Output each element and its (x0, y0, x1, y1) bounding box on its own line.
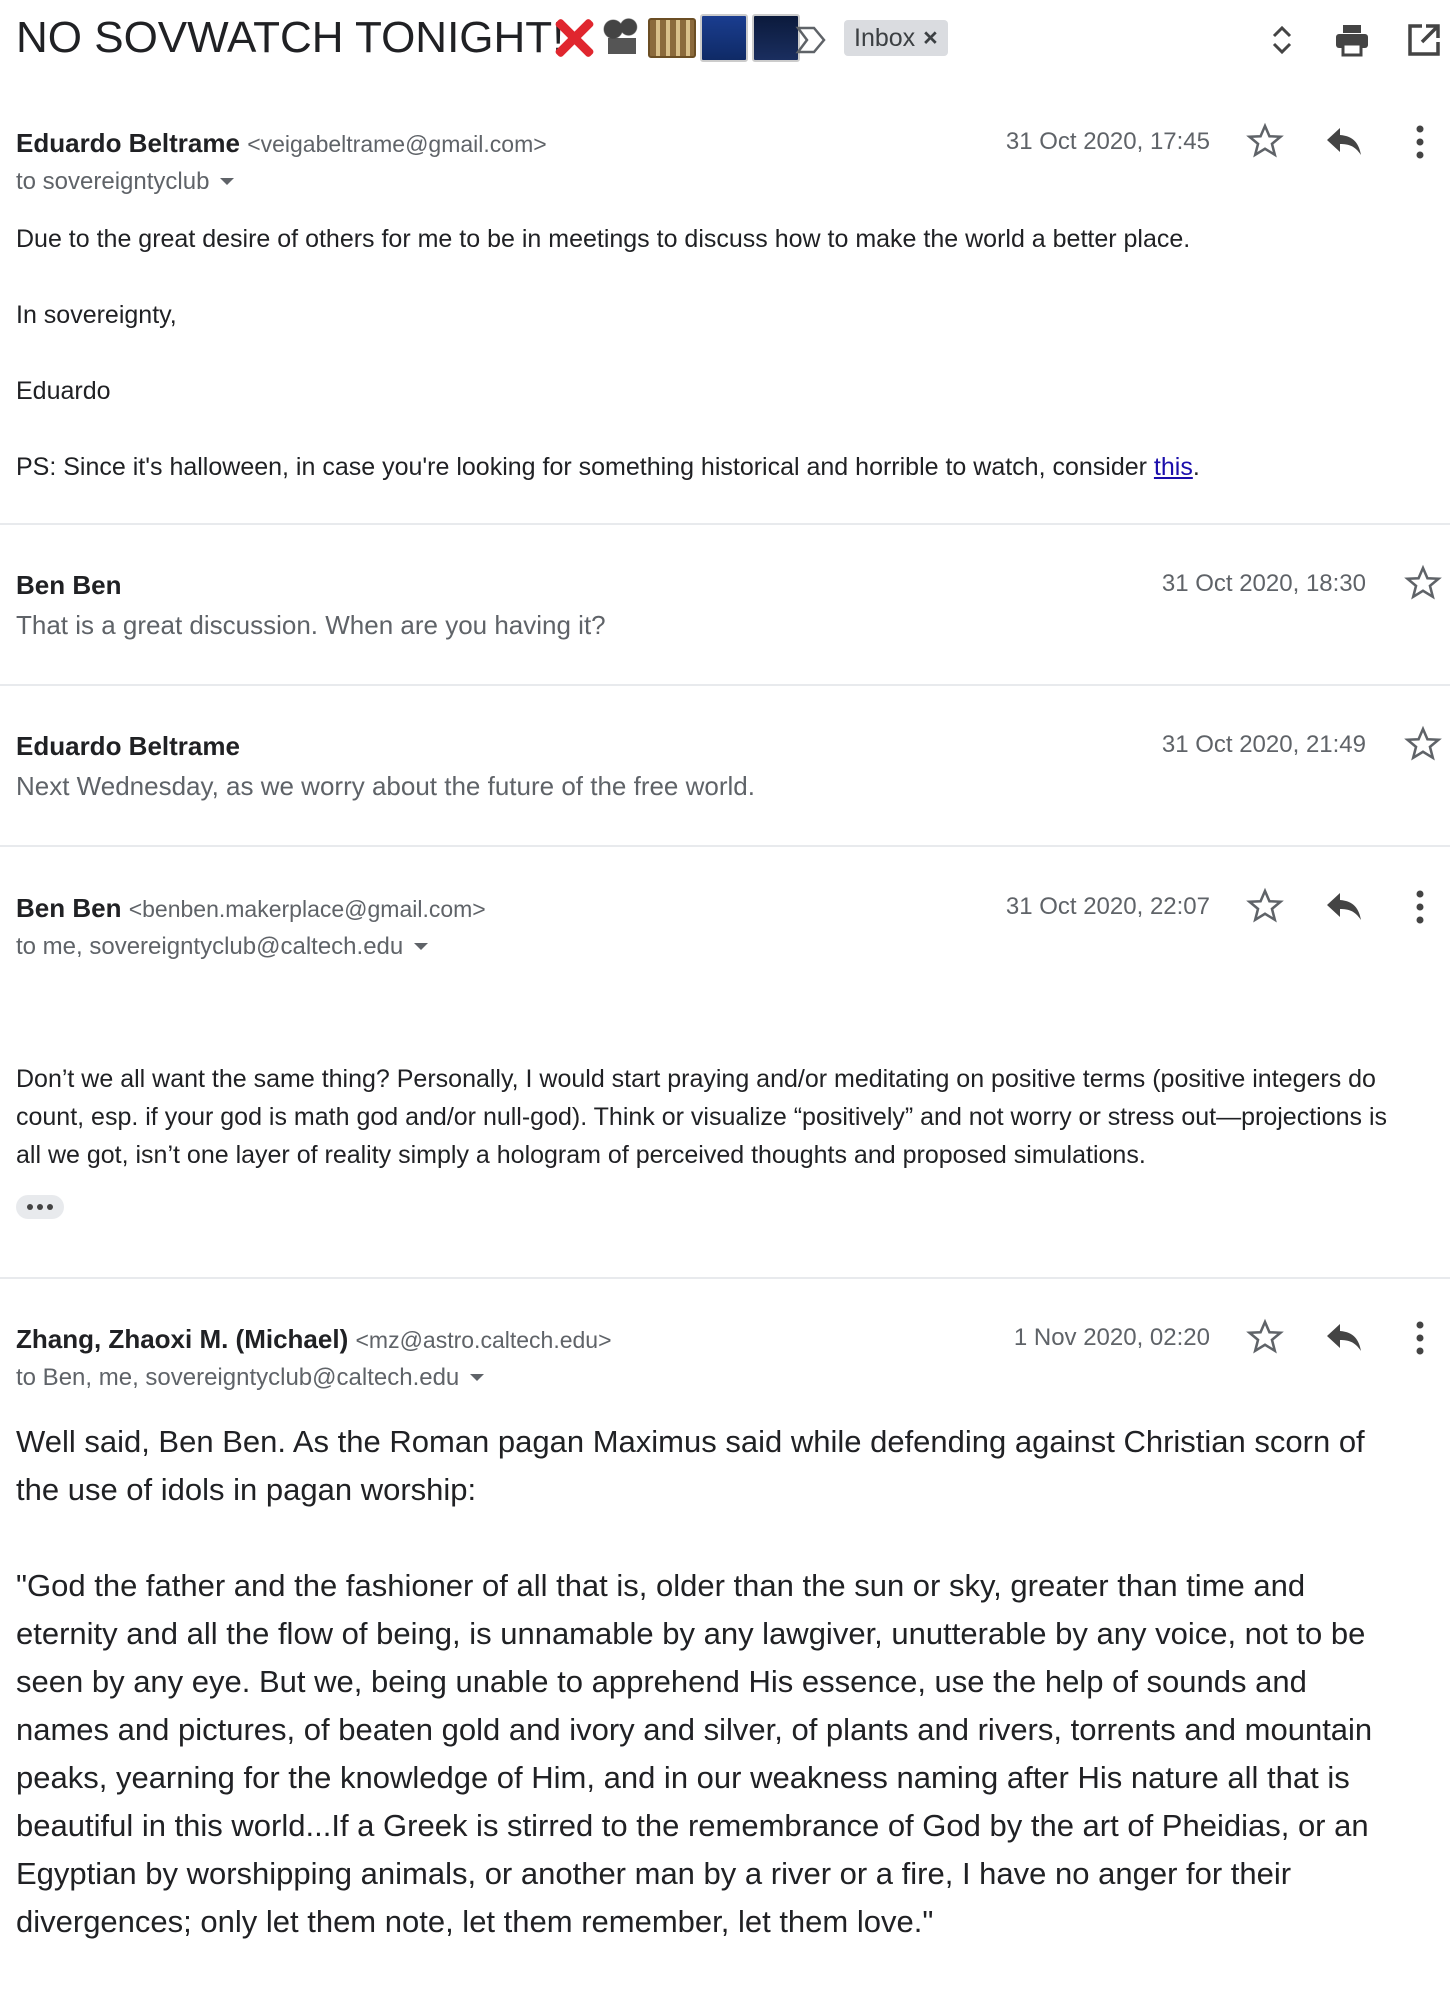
sender-email: <benben.makerplace@gmail.com> (128, 896, 486, 922)
star-icon[interactable] (1246, 1318, 1284, 1356)
label-chip-inbox: Inbox × (844, 20, 948, 56)
more-options-icon[interactable] (1410, 889, 1430, 925)
message-line: all we got, isn’t one layer of reality s… (16, 1141, 1146, 1169)
message-divider (0, 684, 1450, 686)
message-divider (0, 1277, 1450, 1279)
message-3-snippet[interactable]: Next Wednesday, as we worry about the fu… (16, 771, 755, 802)
thread-subject: NO SOVWATCH TONIGHT! (16, 13, 565, 62)
sender-name: Zhang, Zhaoxi M. (Michael) (16, 1324, 349, 1354)
message-divider (0, 845, 1450, 847)
quote-line: names and pictures, of beaten gold and i… (16, 1712, 1373, 1747)
quote-line: peaks, yearning for the knowledge of Him… (16, 1760, 1350, 1795)
ps-link[interactable]: this (1154, 453, 1193, 481)
message-1-body: Due to the great desire of others for me… (16, 220, 1416, 486)
subject-emoji-row (552, 10, 800, 66)
message-line: In sovereignty, (16, 301, 177, 329)
message-line: Don’t we all want the same thing? Person… (16, 1065, 1376, 1093)
message-1-date: 31 Oct 2020, 17:45 (1005, 128, 1210, 155)
message-5-body: Well said, Ben Ben. As the Roman pagan M… (16, 1418, 1446, 1946)
quote-line: seen by any eye. But we, being unable to… (16, 1664, 1307, 1699)
cityscape-night-icon (700, 14, 748, 62)
reply-icon[interactable] (1324, 124, 1364, 158)
print-icon[interactable] (1332, 20, 1372, 60)
recipients-text: to me, sovereigntyclub@caltech.edu (16, 933, 404, 960)
recipients-text: to sovereigntyclub (16, 168, 210, 195)
recipients-dropdown-icon[interactable] (469, 1373, 485, 1383)
message-line: Eduardo (16, 377, 111, 405)
message-line: Well said, Ben Ben. As the Roman pagan M… (16, 1424, 1365, 1459)
reply-icon[interactable] (1324, 1320, 1364, 1354)
quote-line: eternity and all the flow of being, is u… (16, 1616, 1366, 1651)
sender-name: Ben Ben (16, 893, 122, 923)
night-sky-icon (752, 14, 800, 62)
ps-suffix: . (1192, 453, 1200, 481)
message-1-sender[interactable]: Eduardo Beltrame <veigabeltrame@gmail.co… (16, 128, 547, 159)
importance-marker-icon[interactable] (794, 20, 828, 60)
message-divider (0, 523, 1450, 525)
star-icon[interactable] (1404, 725, 1442, 763)
message-line: the use of idols in pagan worship: (16, 1472, 477, 1507)
quote-line: divergences; only let them note, let the… (16, 1904, 934, 1939)
quote-line: beautiful in this world...If a Greek is … (16, 1808, 1369, 1843)
message-3-date: 31 Oct 2020, 21:49 (1161, 731, 1366, 758)
star-icon[interactable] (1246, 887, 1284, 925)
message-3-sender[interactable]: Eduardo Beltrame (16, 731, 240, 762)
reply-icon[interactable] (1324, 889, 1364, 923)
message-1-recipients[interactable]: to sovereigntyclub (16, 168, 235, 196)
recipients-dropdown-icon[interactable] (413, 942, 429, 952)
message-5-recipients[interactable]: to Ben, me, sovereigntyclub@caltech.edu (16, 1364, 485, 1392)
cross-mark-icon (552, 16, 596, 60)
recipients-text: to Ben, me, sovereigntyclub@caltech.edu (16, 1364, 460, 1391)
sender-name: Eduardo Beltrame (16, 128, 240, 158)
ellipsis-icon (27, 1204, 53, 1210)
film-frames-icon (648, 18, 696, 58)
expand-all-icon[interactable] (1262, 20, 1302, 60)
open-in-new-window-icon[interactable] (1404, 20, 1444, 60)
message-4-recipients[interactable]: to me, sovereigntyclub@caltech.edu (16, 933, 429, 961)
quote-line: Egyptian by worshipping animals, or anot… (16, 1856, 1292, 1891)
message-2-snippet[interactable]: That is a great discussion. When are you… (16, 610, 606, 641)
message-4-body: Don’t we all want the same thing? Person… (16, 1060, 1446, 1174)
more-options-icon[interactable] (1410, 1320, 1430, 1356)
star-icon[interactable] (1404, 564, 1442, 602)
recipients-dropdown-icon[interactable] (219, 177, 235, 187)
show-trimmed-content-button[interactable] (16, 1195, 64, 1219)
quote-line: "God the father and the fashioner of all… (16, 1568, 1306, 1603)
message-2-date: 31 Oct 2020, 18:30 (1161, 570, 1366, 597)
star-icon[interactable] (1246, 122, 1284, 160)
message-line: count, esp. if your god is math god and/… (16, 1103, 1388, 1131)
sender-email: <veigabeltrame@gmail.com> (247, 131, 547, 157)
ps-text: PS: Since it's halloween, in case you're… (16, 453, 1154, 481)
message-5-sender[interactable]: Zhang, Zhaoxi M. (Michael) <mz@astro.cal… (16, 1324, 612, 1355)
message-2-sender[interactable]: Ben Ben (16, 570, 121, 601)
message-5-date: 1 Nov 2020, 02:20 (1013, 1324, 1210, 1351)
label-chip-text: Inbox (854, 24, 916, 52)
remove-label-icon[interactable]: × (923, 20, 938, 56)
ps-line: PS: Since it's halloween, in case you're… (16, 448, 1416, 486)
message-4-sender[interactable]: Ben Ben <benben.makerplace@gmail.com> (16, 893, 486, 924)
movie-camera-icon (600, 16, 644, 60)
message-4-date: 31 Oct 2020, 22:07 (1005, 893, 1210, 920)
sender-email: <mz@astro.caltech.edu> (355, 1327, 612, 1353)
message-line: Due to the great desire of others for me… (16, 225, 1191, 253)
more-options-icon[interactable] (1410, 124, 1430, 160)
